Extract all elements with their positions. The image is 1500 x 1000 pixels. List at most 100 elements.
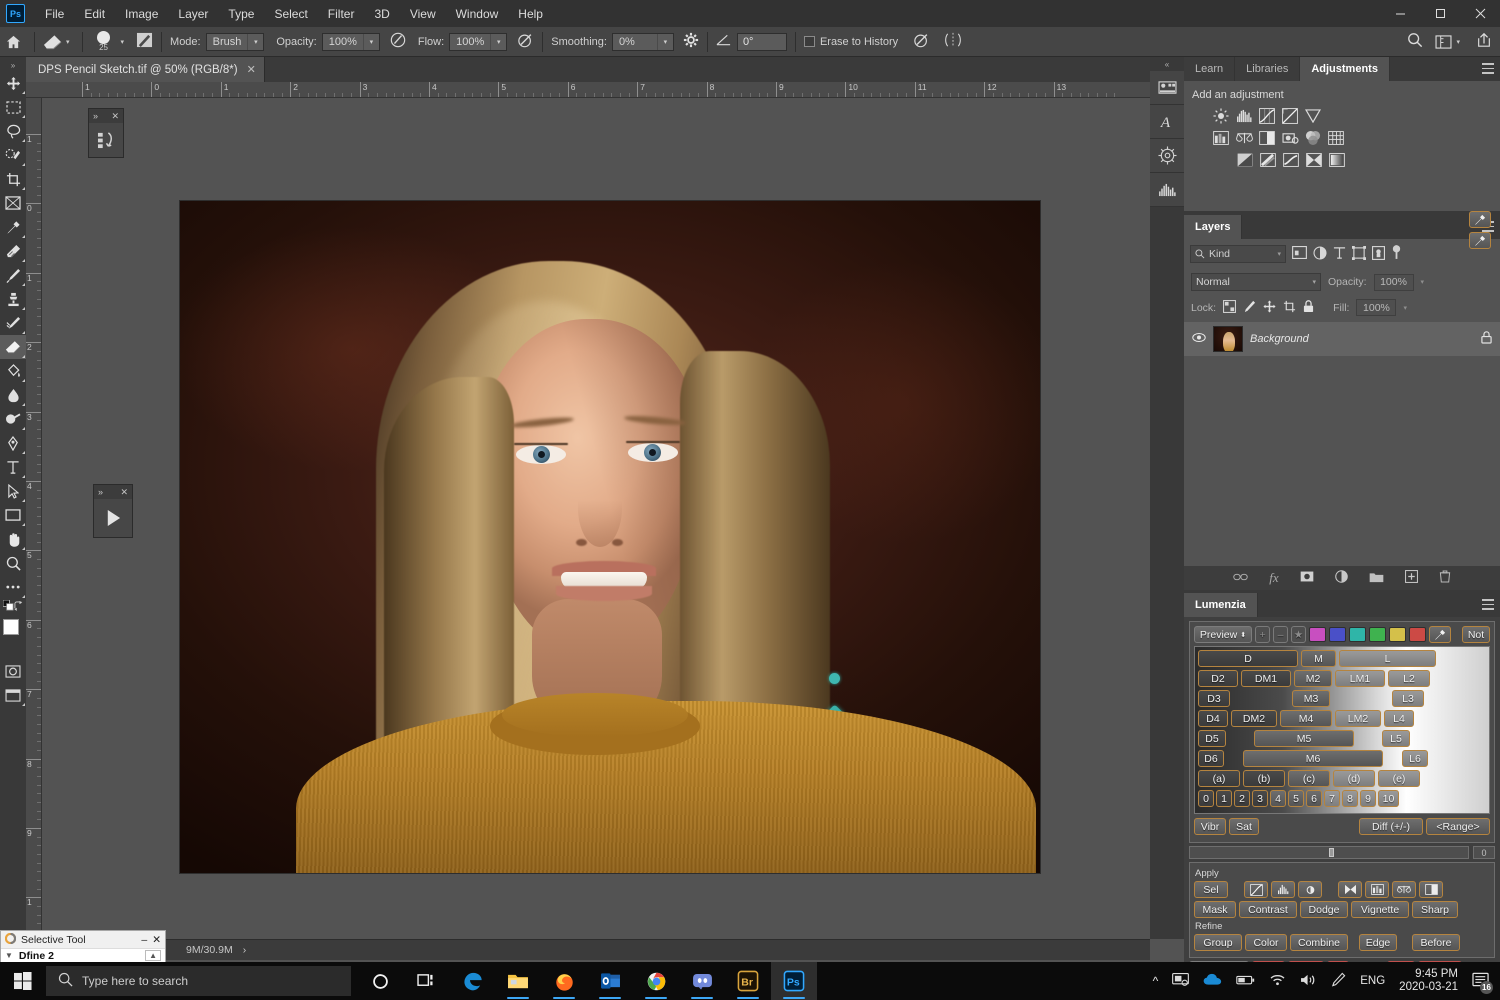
character-rail-icon[interactable]: A: [1150, 105, 1184, 139]
close-icon[interactable]: ✕: [111, 111, 119, 122]
dodge-tool[interactable]: [0, 407, 26, 431]
wifi-icon[interactable]: [1269, 973, 1286, 989]
add-button[interactable]: +: [1255, 626, 1270, 643]
zone-M4[interactable]: M4: [1280, 710, 1332, 727]
apply-brightness-icon[interactable]: [1298, 881, 1322, 898]
zone-D5[interactable]: D5: [1198, 730, 1226, 747]
vignette-button[interactable]: Vignette: [1351, 901, 1409, 918]
document-tab[interactable]: DPS Pencil Sketch.tif @ 50% (RGB/8*) ✕: [26, 57, 265, 82]
new-adjustment-icon[interactable]: [1335, 570, 1348, 586]
close-icon[interactable]: ✕: [120, 487, 128, 498]
mode-dropdown[interactable]: Brush ▾: [206, 33, 265, 51]
vibrance-button[interactable]: Vibr: [1194, 818, 1226, 835]
chevron-down-icon[interactable]: ▼: [5, 951, 13, 960]
zone-LM1[interactable]: LM1: [1335, 670, 1385, 687]
home-icon[interactable]: [0, 35, 26, 49]
opacity-dropdown[interactable]: 100% ▾: [322, 33, 380, 51]
zone-L3[interactable]: L3: [1392, 690, 1424, 707]
play-icon[interactable]: [94, 499, 132, 537]
zone-L2[interactable]: L2: [1388, 670, 1430, 687]
color-swatch-yellow[interactable]: [1389, 627, 1406, 642]
type-filter-icon[interactable]: [1333, 246, 1346, 263]
sharp-button[interactable]: Sharp: [1412, 901, 1458, 918]
delete-layer-icon[interactable]: [1439, 570, 1451, 586]
menu-view[interactable]: View: [400, 3, 446, 25]
zone-7[interactable]: 7: [1324, 790, 1340, 807]
filter-toggle-icon[interactable]: [1391, 244, 1402, 264]
zone-D6[interactable]: D6: [1198, 750, 1224, 767]
blur-tool[interactable]: [0, 383, 26, 407]
favorite-button[interactable]: ★: [1291, 626, 1306, 643]
volume-icon[interactable]: [1300, 973, 1317, 990]
photo-filter-icon[interactable]: [1281, 129, 1299, 146]
language-indicator[interactable]: ENG: [1360, 975, 1385, 987]
move-tool[interactable]: [0, 71, 26, 95]
menu-file[interactable]: File: [35, 3, 74, 25]
task-view-icon[interactable]: [403, 962, 449, 1000]
histogram-rail-icon[interactable]: [1150, 173, 1184, 207]
blend-mode-dropdown[interactable]: Normal ▾: [1191, 273, 1321, 291]
properties-rail-icon[interactable]: [1150, 71, 1184, 105]
opacity-slider[interactable]: [1189, 846, 1469, 859]
frame-tool[interactable]: [0, 191, 26, 215]
zone-M6[interactable]: M6: [1243, 750, 1383, 767]
angle-input[interactable]: 0°: [737, 33, 787, 51]
link-layers-icon[interactable]: [1233, 572, 1248, 585]
shape-filter-icon[interactable]: [1352, 246, 1366, 263]
before-button[interactable]: Before: [1412, 934, 1460, 951]
zone-8[interactable]: 8: [1342, 790, 1358, 807]
history-brush-tool[interactable]: [0, 311, 26, 335]
pen-icon[interactable]: [1331, 972, 1346, 990]
zone-4[interactable]: 4: [1270, 790, 1286, 807]
file-explorer-icon[interactable]: [495, 962, 541, 1000]
slider-handle[interactable]: [1329, 848, 1334, 857]
windows-start-icon[interactable]: [0, 962, 46, 1000]
zone-0[interactable]: 0: [1198, 790, 1214, 807]
not-button[interactable]: Not: [1462, 626, 1490, 643]
pressure-opacity-icon[interactable]: [390, 32, 406, 51]
vertical-ruler[interactable]: 1012345678910: [26, 98, 42, 939]
collapse-icon[interactable]: »: [98, 487, 103, 497]
zone-M3[interactable]: M3: [1292, 690, 1330, 707]
zone-10[interactable]: 10: [1378, 790, 1399, 807]
discord-icon[interactable]: [679, 962, 725, 1000]
outlook-icon[interactable]: [587, 962, 633, 1000]
zone-e[interactable]: (e): [1378, 770, 1420, 787]
zoom-tool[interactable]: [0, 551, 26, 575]
zone-d[interactable]: (d): [1333, 770, 1375, 787]
menu-layer[interactable]: Layer: [168, 3, 218, 25]
zone-L4[interactable]: L4: [1384, 710, 1414, 727]
pen-tool[interactable]: [0, 431, 26, 455]
range-button[interactable]: <Range>: [1426, 818, 1490, 835]
zone-L5[interactable]: L5: [1382, 730, 1410, 747]
fill-value[interactable]: 100%: [1356, 299, 1396, 316]
actions-mini-panel[interactable]: » ✕: [88, 108, 124, 158]
zone-D4[interactable]: D4: [1198, 710, 1228, 727]
close-button[interactable]: [1460, 0, 1500, 27]
pixel-filter-icon[interactable]: [1292, 246, 1307, 262]
smart-object-filter-icon[interactable]: [1372, 246, 1385, 263]
portrait-photo[interactable]: [180, 201, 1040, 873]
zone-3[interactable]: 3: [1252, 790, 1268, 807]
zone-5[interactable]: 5: [1288, 790, 1304, 807]
lock-image-icon[interactable]: [1243, 300, 1256, 316]
channel-mixer-icon[interactable]: [1304, 129, 1322, 146]
tool-preset-picker[interactable]: ▾: [43, 34, 74, 50]
color-swatch-green[interactable]: [1369, 627, 1386, 642]
gradient-map-icon[interactable]: [1305, 151, 1323, 168]
battery-icon[interactable]: [1236, 974, 1255, 989]
edit-toolbar-button[interactable]: [0, 575, 26, 599]
adjustment-filter-icon[interactable]: [1313, 246, 1327, 263]
brush-preset-chevron-down-icon[interactable]: ▾: [121, 38, 125, 46]
onedrive-icon[interactable]: [1203, 973, 1222, 989]
diff-button[interactable]: Diff (+/-): [1359, 818, 1423, 835]
tab-layers[interactable]: Layers: [1184, 215, 1242, 239]
apply-gradient-map-icon[interactable]: [1338, 881, 1362, 898]
minimize-icon[interactable]: –: [141, 934, 147, 946]
tray-expand-chevron-icon[interactable]: ^: [1153, 974, 1159, 988]
zone-2[interactable]: 2: [1234, 790, 1250, 807]
eyedropper-sample-icon[interactable]: [1469, 232, 1491, 249]
firefox-icon[interactable]: [541, 962, 587, 1000]
tab-lumenzia[interactable]: Lumenzia: [1184, 593, 1258, 617]
chrome-icon[interactable]: [633, 962, 679, 1000]
